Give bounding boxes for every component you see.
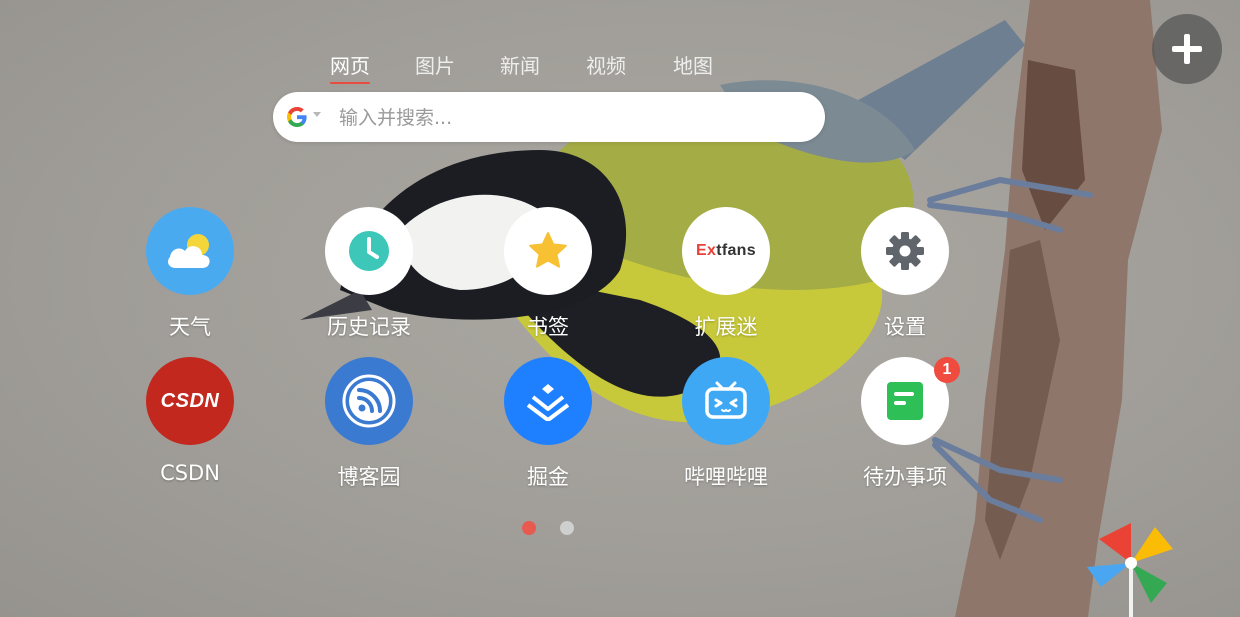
shortcut-icon-circle bbox=[504, 207, 592, 295]
engine-dropdown-caret-icon[interactable] bbox=[313, 112, 321, 117]
shortcut-csdn[interactable]: CSDN CSDN bbox=[105, 357, 275, 497]
clock-icon bbox=[349, 231, 389, 271]
shortcut-label: 设置 bbox=[884, 315, 926, 339]
shortcut-icon-circle bbox=[146, 207, 234, 295]
tab-web[interactable]: 网页 bbox=[330, 50, 370, 84]
shortcut-label: 待办事项 bbox=[863, 465, 947, 489]
star-icon bbox=[529, 232, 567, 268]
notification-badge: 1 bbox=[934, 357, 960, 383]
pinwheel-icon[interactable] bbox=[1085, 517, 1177, 617]
search-input[interactable] bbox=[337, 103, 811, 133]
shortcut-icon-circle bbox=[504, 357, 592, 445]
shortcut-label: CSDN bbox=[160, 461, 220, 485]
tab-maps[interactable]: 地图 bbox=[673, 50, 713, 79]
weather-icon bbox=[168, 234, 210, 268]
shortcut-icon-circle: CSDN bbox=[146, 357, 234, 445]
shortcut-label: 博客园 bbox=[337, 465, 401, 489]
csdn-logo: CSDN bbox=[160, 389, 220, 412]
shortcut-settings[interactable]: 设置 bbox=[820, 207, 990, 347]
shortcut-history[interactable]: 历史记录 bbox=[284, 207, 454, 347]
tab-label: 视频 bbox=[586, 54, 626, 78]
shortcut-extfans[interactable]: Extfans 扩展迷 bbox=[641, 207, 811, 347]
shortcut-label: 书签 bbox=[527, 315, 569, 339]
search-bar bbox=[273, 92, 825, 142]
tab-label: 图片 bbox=[415, 54, 455, 78]
shortcut-todo[interactable]: 1 待办事项 bbox=[820, 357, 990, 497]
page-dot[interactable] bbox=[560, 521, 574, 535]
shortcut-label: 扩展迷 bbox=[694, 315, 758, 339]
shortcut-cnblogs[interactable]: 博客园 bbox=[284, 357, 454, 497]
tab-label: 网页 bbox=[330, 54, 370, 78]
page-dot-active[interactable] bbox=[522, 521, 536, 535]
extfans-logo: Extfans bbox=[696, 242, 756, 259]
shortcut-label: 掘金 bbox=[527, 465, 569, 489]
shortcut-bilibili[interactable]: 哔哩哔哩 bbox=[641, 357, 811, 497]
shortcut-label: 历史记录 bbox=[327, 315, 411, 339]
shortcut-icon-circle bbox=[682, 357, 770, 445]
shortcut-label: 天气 bbox=[169, 315, 211, 339]
add-shortcut-button[interactable] bbox=[1152, 14, 1222, 84]
plus-icon bbox=[1172, 34, 1202, 64]
shortcut-weather[interactable]: 天气 bbox=[105, 207, 275, 347]
shortcut-icon-circle bbox=[325, 357, 413, 445]
shortcut-icon-circle: Extfans bbox=[682, 207, 770, 295]
shortcut-bookmarks[interactable]: 书签 bbox=[463, 207, 633, 347]
tab-label: 地图 bbox=[673, 54, 713, 78]
tab-news[interactable]: 新闻 bbox=[500, 50, 540, 79]
tab-label: 新闻 bbox=[500, 54, 540, 78]
tab-videos[interactable]: 视频 bbox=[586, 50, 626, 79]
tab-images[interactable]: 图片 bbox=[415, 50, 455, 79]
shortcut-label: 哔哩哔哩 bbox=[684, 465, 768, 489]
rss-icon bbox=[342, 374, 396, 428]
shortcut-icon-circle bbox=[861, 207, 949, 295]
bilibili-tv-icon bbox=[705, 381, 747, 419]
shortcut-juejin[interactable]: 掘金 bbox=[463, 357, 633, 497]
gear-icon bbox=[886, 232, 924, 270]
juejin-icon bbox=[526, 384, 570, 421]
google-icon[interactable] bbox=[285, 105, 309, 129]
shortcut-icon-circle bbox=[325, 207, 413, 295]
todo-icon bbox=[887, 382, 923, 420]
active-tab-indicator bbox=[330, 82, 370, 84]
